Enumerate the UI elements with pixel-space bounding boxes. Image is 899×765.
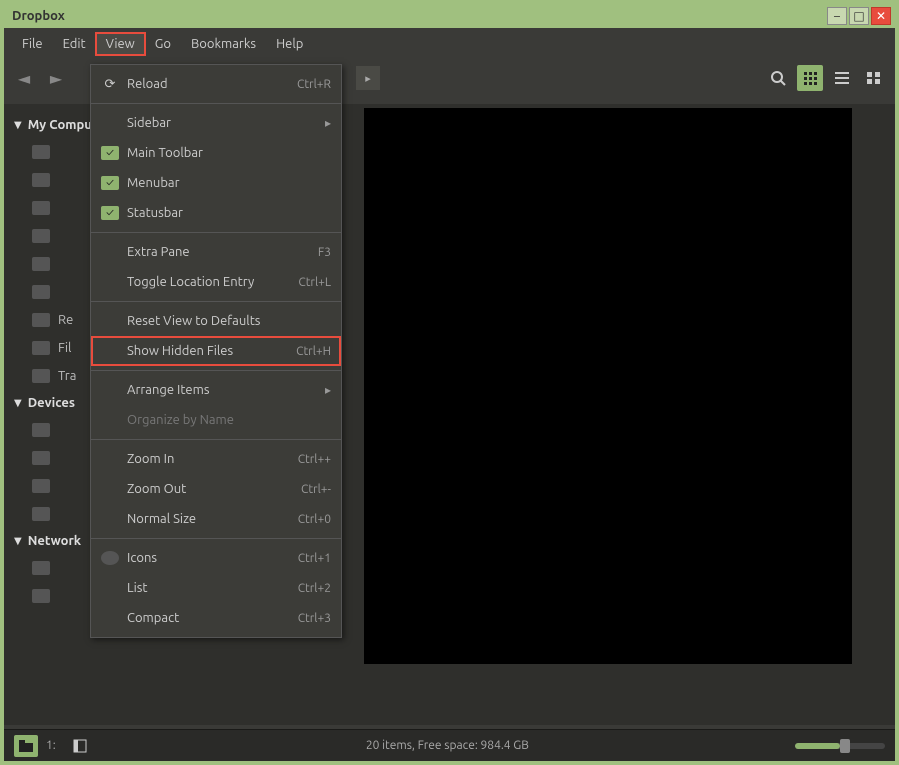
checkbox-icon: [101, 176, 119, 190]
separator: [91, 232, 341, 233]
drive-icon: [32, 423, 50, 437]
folder-icon: [32, 285, 50, 299]
separator: [91, 370, 341, 371]
menu-edit[interactable]: Edit: [53, 33, 96, 55]
icon-view-button[interactable]: [797, 65, 823, 91]
menu-reload[interactable]: ⟳ReloadCtrl+R: [91, 69, 341, 99]
view-dropdown-menu: ⟳ReloadCtrl+R Sidebar▸ Main Toolbar Menu…: [90, 64, 342, 638]
separator: [91, 103, 341, 104]
checkbox-icon: [101, 146, 119, 160]
window-title: Dropbox: [8, 9, 825, 23]
separator: [91, 538, 341, 539]
separator: [91, 301, 341, 302]
menu-view[interactable]: View: [96, 33, 145, 55]
menu-main-toolbar[interactable]: Main Toolbar: [91, 138, 341, 168]
zoom-slider[interactable]: [795, 743, 885, 749]
search-icon[interactable]: [765, 65, 791, 91]
network-icon: [32, 561, 50, 575]
recent-icon: [32, 313, 50, 327]
list-view-button[interactable]: [829, 65, 855, 91]
show-places-icon[interactable]: [14, 735, 38, 757]
menu-show-hidden-files[interactable]: Show Hidden FilesCtrl+H: [91, 336, 341, 366]
minimize-button[interactable]: –: [827, 7, 847, 25]
menu-normal-size[interactable]: Normal SizeCtrl+0: [91, 504, 341, 534]
reload-icon: ⟳: [101, 77, 119, 91]
trash-icon: [32, 369, 50, 383]
menu-compact-view[interactable]: CompactCtrl+3: [91, 603, 341, 633]
path-separator-icon[interactable]: ▸: [356, 66, 380, 90]
folder-icon: [32, 257, 50, 271]
menu-arrange-items[interactable]: Arrange Items▸: [91, 375, 341, 405]
statusbar: 1: 20 items, Free space: 984.4 GB: [4, 729, 895, 761]
forward-button[interactable]: ►: [44, 66, 68, 90]
menu-go[interactable]: Go: [145, 33, 181, 55]
drive-icon: [32, 341, 50, 355]
network-icon: [32, 589, 50, 603]
menu-toggle-location[interactable]: Toggle Location EntryCtrl+L: [91, 267, 341, 297]
menu-icons-view[interactable]: IconsCtrl+1: [91, 543, 341, 573]
folder-icon: [32, 201, 50, 215]
menu-extra-pane[interactable]: Extra PaneF3: [91, 237, 341, 267]
menu-reset-view[interactable]: Reset View to Defaults: [91, 306, 341, 336]
disc-icon: [32, 479, 50, 493]
chevron-right-icon: ▸: [325, 383, 331, 397]
maximize-button[interactable]: □: [849, 7, 869, 25]
drive-icon: [32, 507, 50, 521]
back-button[interactable]: ◄: [12, 66, 36, 90]
checkbox-icon: [101, 206, 119, 220]
folder-icon: [32, 229, 50, 243]
drive-icon: [32, 451, 50, 465]
menu-zoom-in[interactable]: Zoom InCtrl++: [91, 444, 341, 474]
radio-icon: [101, 551, 119, 565]
menu-file[interactable]: File: [12, 33, 53, 55]
close-button[interactable]: ✕: [871, 7, 891, 25]
menu-organize-by-name: Organize by Name: [91, 405, 341, 435]
menu-statusbar[interactable]: Statusbar: [91, 198, 341, 228]
sidebar-toggle-icon[interactable]: [68, 735, 92, 757]
titlebar[interactable]: Dropbox – □ ✕: [4, 4, 895, 28]
separator: [91, 439, 341, 440]
menu-zoom-out[interactable]: Zoom OutCtrl+-: [91, 474, 341, 504]
chevron-down-icon: ▼: [14, 535, 22, 547]
menu-help[interactable]: Help: [266, 33, 313, 55]
path-bar-label[interactable]: 1:: [46, 739, 56, 752]
file-grid-area[interactable]: [364, 108, 852, 664]
chevron-right-icon: ▸: [325, 116, 331, 130]
menu-list-view[interactable]: ListCtrl+2: [91, 573, 341, 603]
compact-view-button[interactable]: [861, 65, 887, 91]
menu-menubar[interactable]: Menubar: [91, 168, 341, 198]
folder-icon: [32, 145, 50, 159]
menu-bookmarks[interactable]: Bookmarks: [181, 33, 266, 55]
folder-icon: [32, 173, 50, 187]
chevron-down-icon: ▼: [14, 119, 22, 131]
chevron-down-icon: ▼: [14, 397, 22, 409]
menu-sidebar[interactable]: Sidebar▸: [91, 108, 341, 138]
menubar: File Edit View Go Bookmarks Help: [4, 28, 895, 56]
status-text: 20 items, Free space: 984.4 GB: [100, 739, 795, 752]
